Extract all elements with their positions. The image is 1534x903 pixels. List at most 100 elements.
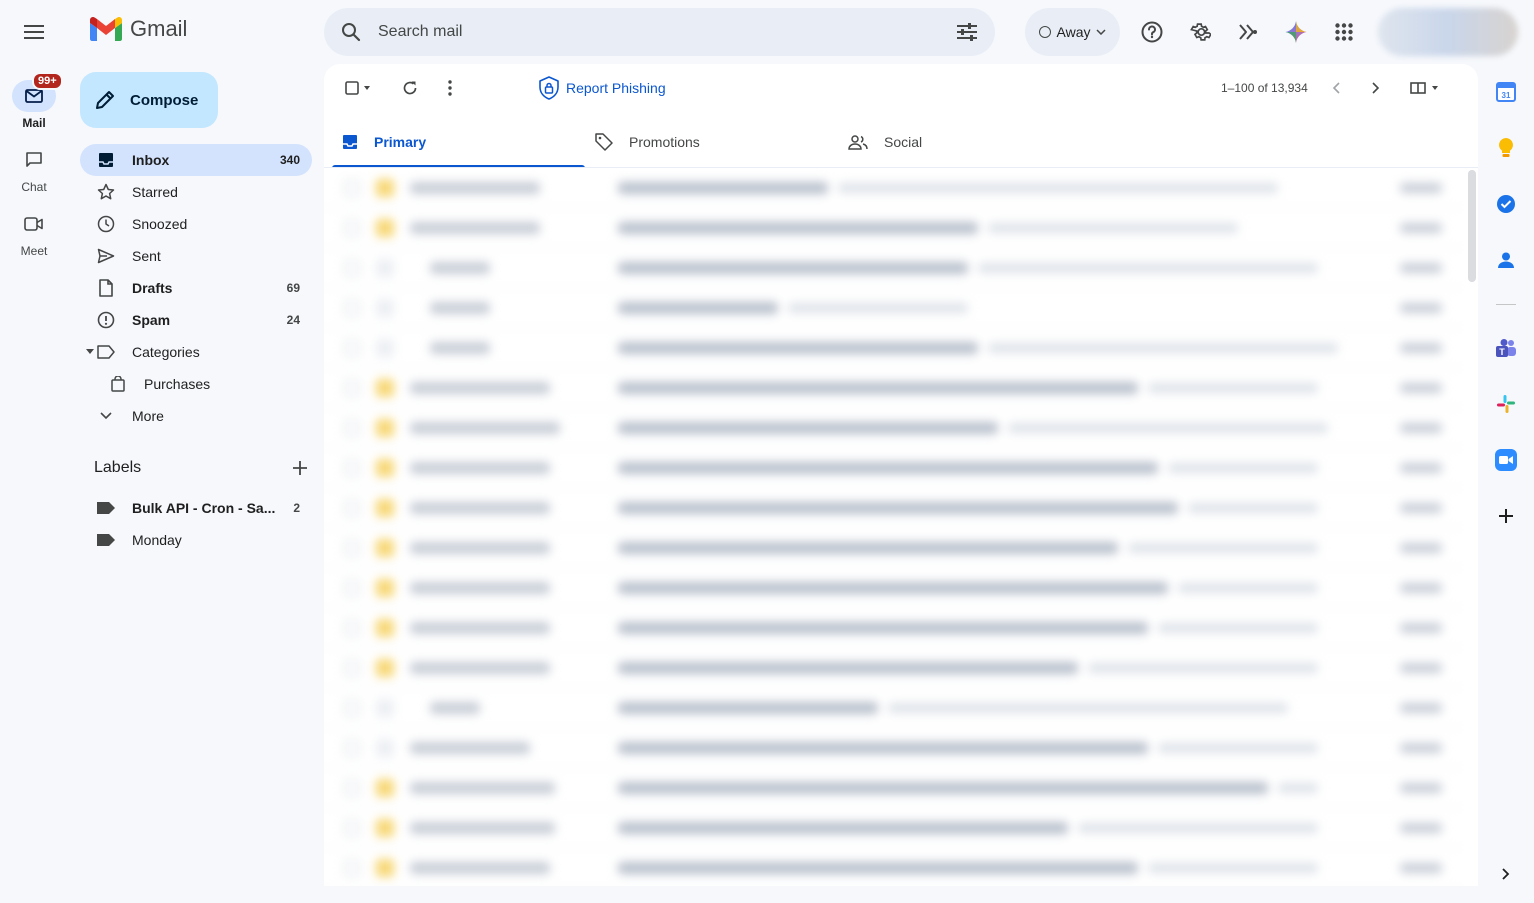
row-checkbox[interactable]: [344, 739, 360, 756]
row-checkbox[interactable]: [344, 859, 360, 876]
calendar-addon[interactable]: 31: [1490, 76, 1522, 108]
row-checkbox[interactable]: [344, 259, 360, 276]
email-row[interactable]: [324, 728, 1462, 768]
row-checkbox[interactable]: [344, 339, 360, 356]
star-icon[interactable]: [376, 218, 394, 237]
row-checkbox[interactable]: [344, 179, 360, 196]
email-row[interactable]: [324, 208, 1462, 248]
slack-addon[interactable]: [1490, 388, 1522, 420]
row-checkbox[interactable]: [344, 539, 360, 556]
nav-item-inbox[interactable]: Inbox 340: [80, 144, 312, 176]
email-row[interactable]: [324, 168, 1462, 208]
nav-item-snoozed[interactable]: Snoozed: [80, 208, 312, 240]
star-icon[interactable]: [376, 858, 394, 877]
more-actions-button[interactable]: [434, 72, 466, 104]
label-item[interactable]: Bulk API - Cron - Sa... 2: [80, 492, 312, 524]
email-row[interactable]: [324, 408, 1462, 448]
rail-meet[interactable]: Meet: [0, 208, 68, 258]
email-row[interactable]: [324, 768, 1462, 808]
gemini-button[interactable]: [1276, 12, 1316, 52]
split-pane-toggle[interactable]: [1404, 72, 1446, 104]
refresh-button[interactable]: [394, 72, 426, 104]
tasks-addon[interactable]: [1490, 188, 1522, 220]
star-icon[interactable]: [376, 258, 394, 277]
star-icon[interactable]: [376, 378, 394, 397]
row-checkbox[interactable]: [344, 619, 360, 636]
row-checkbox[interactable]: [344, 379, 360, 396]
row-checkbox[interactable]: [344, 659, 360, 676]
gemini-shortcuts-button[interactable]: [1228, 12, 1268, 52]
row-checkbox[interactable]: [344, 499, 360, 516]
older-page-button[interactable]: [1360, 72, 1392, 104]
nav-item-sent[interactable]: Sent: [80, 240, 312, 272]
tab-primary[interactable]: Primary: [332, 116, 585, 168]
compose-button[interactable]: Compose: [80, 72, 218, 128]
row-checkbox[interactable]: [344, 219, 360, 236]
star-icon[interactable]: [376, 818, 394, 837]
nav-item-categories[interactable]: Categories: [80, 336, 312, 368]
email-row[interactable]: [324, 488, 1462, 528]
star-icon[interactable]: [376, 458, 394, 477]
star-icon[interactable]: [376, 178, 394, 197]
get-addons-button[interactable]: [1490, 500, 1522, 532]
star-icon[interactable]: [376, 698, 394, 717]
nav-item-purchases[interactable]: Purchases: [80, 368, 312, 400]
show-side-panel-button[interactable]: [1490, 858, 1522, 890]
row-checkbox[interactable]: [344, 459, 360, 476]
email-row[interactable]: [324, 288, 1462, 328]
contacts-addon[interactable]: [1490, 244, 1522, 276]
row-checkbox[interactable]: [344, 779, 360, 796]
row-checkbox[interactable]: [344, 819, 360, 836]
create-label-button[interactable]: [290, 458, 310, 478]
label-item[interactable]: Monday: [80, 524, 312, 556]
gmail-logo[interactable]: Gmail: [90, 16, 187, 42]
google-apps-button[interactable]: [1324, 12, 1364, 52]
list-scrollbar[interactable]: [1468, 170, 1476, 282]
row-checkbox[interactable]: [344, 579, 360, 596]
report-phishing-button[interactable]: Report Phishing: [538, 76, 666, 100]
star-icon[interactable]: [376, 538, 394, 557]
status-selector[interactable]: Away: [1025, 8, 1120, 56]
star-icon[interactable]: [376, 658, 394, 677]
nav-item-more[interactable]: More: [80, 400, 312, 432]
email-row[interactable]: [324, 808, 1462, 848]
settings-button[interactable]: [1180, 12, 1220, 52]
email-row[interactable]: [324, 448, 1462, 488]
teams-addon[interactable]: T: [1490, 332, 1522, 364]
main-menu-button[interactable]: [14, 12, 54, 52]
nav-item-starred[interactable]: Starred: [80, 176, 312, 208]
select-all-checkbox[interactable]: [338, 72, 378, 104]
star-icon[interactable]: [376, 778, 394, 797]
row-checkbox[interactable]: [344, 419, 360, 436]
email-row[interactable]: [324, 688, 1462, 728]
star-icon[interactable]: [376, 298, 394, 317]
star-icon[interactable]: [376, 498, 394, 517]
tab-social[interactable]: Social: [838, 116, 1091, 168]
tab-promotions[interactable]: Promotions: [585, 116, 838, 168]
support-button[interactable]: [1132, 12, 1172, 52]
search-input[interactable]: [378, 23, 953, 41]
email-row[interactable]: [324, 648, 1462, 688]
rail-chat[interactable]: Chat: [0, 144, 68, 194]
search-icon[interactable]: [338, 19, 364, 45]
star-icon[interactable]: [376, 618, 394, 637]
nav-item-drafts[interactable]: Drafts 69: [80, 272, 312, 304]
newer-page-button[interactable]: [1320, 72, 1352, 104]
search-options-icon[interactable]: [953, 18, 981, 46]
star-icon[interactable]: [376, 418, 394, 437]
nav-item-spam[interactable]: Spam 24: [80, 304, 312, 336]
star-icon[interactable]: [376, 578, 394, 597]
email-row[interactable]: [324, 328, 1462, 368]
star-icon[interactable]: [376, 738, 394, 757]
email-row[interactable]: [324, 608, 1462, 648]
account-switcher[interactable]: [1378, 8, 1518, 56]
search-bar[interactable]: [324, 8, 995, 56]
email-row[interactable]: [324, 528, 1462, 568]
star-icon[interactable]: [376, 338, 394, 357]
row-checkbox[interactable]: [344, 299, 360, 316]
row-checkbox[interactable]: [344, 699, 360, 716]
email-row[interactable]: [324, 568, 1462, 608]
email-row[interactable]: [324, 848, 1462, 886]
email-row[interactable]: [324, 248, 1462, 288]
zoom-addon[interactable]: [1490, 444, 1522, 476]
